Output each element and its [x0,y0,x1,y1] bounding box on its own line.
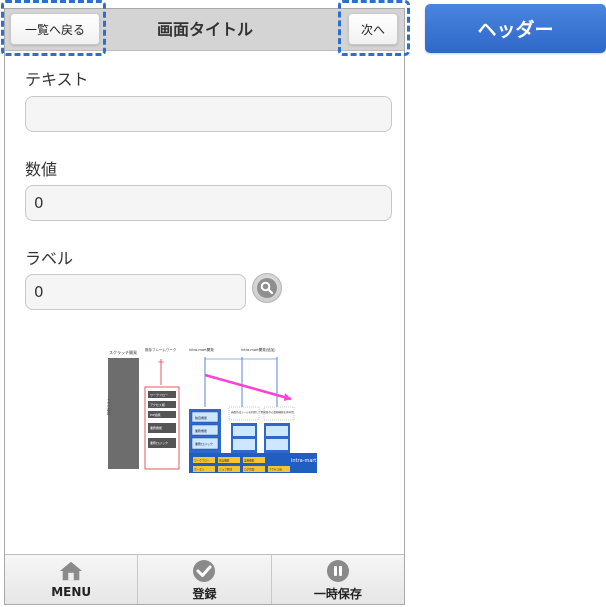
svg-text:ログ管理: ログ管理 [244,468,255,472]
tab-menu[interactable]: MENU [5,555,139,604]
search-icon [257,278,277,298]
blue-item-3: 業務ロジック [195,441,213,446]
diagram-mid-title: intra-mart開発 [189,347,214,352]
blue-item-2: 業務機能 [195,428,207,433]
blue-stack-2 [231,423,257,453]
mobile-screen: 一覧へ戻る 画面タイトル 次へ テキスト 数値 0 ラベル 0 スクラッチ開発 … [4,8,405,605]
svg-text:ワークフロー: ワークフロー [194,459,210,463]
home-icon [59,559,83,583]
page-title: 画面タイトル [156,20,253,39]
tab-temp-save-label: 一時保存 [313,587,362,601]
header-legend-badge: ヘッダー [425,4,606,53]
svg-text:業務機能: 業務機能 [244,459,255,463]
fw-item-3: EIP連携 [150,412,161,417]
pause-icon [326,559,350,583]
fw-item-2: アクセス権 [150,402,165,407]
svg-text:独自機能: 独自機能 [219,459,230,463]
fw-item-4: 業務機能 [150,425,162,430]
tab-temp-save[interactable]: 一時保存 [272,555,404,604]
note-1: 画面作成ツールを利用して開発 [231,410,266,414]
magenta-arrow [204,373,292,401]
label-field[interactable]: 0 [25,274,246,310]
search-button[interactable] [252,273,282,303]
note-2: 既存の業務機能を再利用 [266,410,294,414]
fw-item-5: 業務ロジック [150,440,168,445]
svg-text:アクセス権: アクセス権 [269,468,282,472]
tab-register-label: 登録 [192,587,217,601]
diagram-framework-title: 既存フレームワーク [145,347,177,352]
text-field-label: テキスト [25,70,89,89]
tab-menu-label: MENU [51,585,92,599]
diagram-left-title: スクラッチ開発 [109,349,137,355]
check-icon [192,559,216,583]
diagram-right-title: intra-mart開発(追加) [241,347,276,352]
label-field-label: ラベル [25,249,74,268]
development-cost-diagram: スクラッチ開発 開発コスト 既存フレームワーク ワークフロー アクセス権 EIP… [106,347,317,473]
svg-text:ジョブ管理: ジョブ管理 [219,468,232,472]
fw-item-1: ワークフロー [150,392,168,397]
blue-stack-1: 独自機能 業務機能 業務ロジック [189,409,221,453]
number-field[interactable]: 0 [25,185,392,221]
blue-stack-3 [264,423,290,453]
highlight-back-button [1,0,106,56]
bottom-toolbar: MENU 登録 一時保存 [5,554,404,604]
highlight-next-button [338,0,410,56]
scratch-dev-bar [108,358,139,469]
svg-text:ポータル: ポータル [194,468,205,472]
number-field-label: 数値 [25,160,58,179]
tab-register[interactable]: 登録 [138,555,272,604]
brand-label: intra-mart [291,458,316,464]
blue-item-1: 独自機能 [195,415,207,420]
text-field[interactable] [25,96,392,132]
diagram-cost-label: 開発コスト [106,398,111,416]
